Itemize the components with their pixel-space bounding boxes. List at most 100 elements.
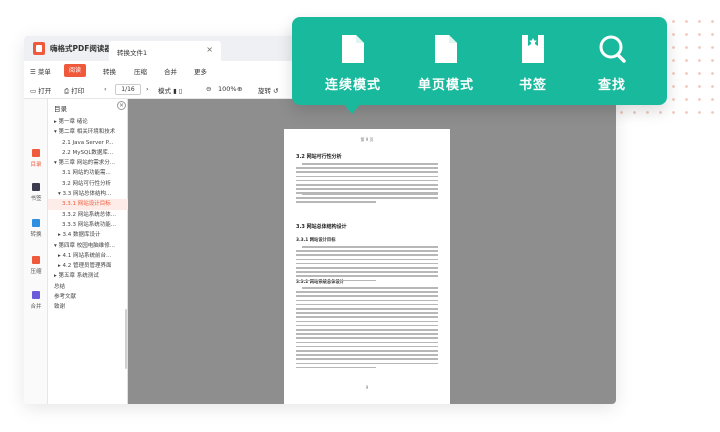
rail-item-bookmark[interactable]: 书签 (24, 183, 48, 202)
text-line (296, 295, 438, 297)
double-page-view-icon: ▯ (178, 87, 183, 95)
single-page-mode-button[interactable]: 单页模式 (401, 33, 491, 93)
text-line (302, 193, 438, 195)
app-title: 嗨格式PDF阅读器 (50, 44, 112, 53)
subsection-heading: 3.3.1 网站设计目标 (296, 238, 336, 243)
toc-item[interactable]: 致谢 (48, 302, 128, 312)
menu-tab-more[interactable]: 更多 (194, 66, 207, 76)
toc-item[interactable]: ▾ 第二章 相关环境和技术 (48, 127, 128, 137)
page-header: 第 9 页 (360, 137, 374, 142)
text-line (296, 316, 438, 318)
toc-item[interactable]: ▸ 3.4 数据库设计 (48, 230, 128, 240)
print-button[interactable]: ⎙ 打印 (64, 85, 84, 96)
text-line (296, 308, 438, 310)
continuous-mode-icon (308, 33, 398, 65)
mode-button[interactable]: 模式 ▮ ▯ (158, 85, 182, 95)
menu-tab-convert[interactable]: 转换 (103, 66, 116, 76)
rail-label-compress: 压缩 (30, 269, 42, 275)
rotate-button[interactable]: 旋转 ↺ (258, 85, 279, 95)
continuous-mode-label: 连续模式 (324, 78, 381, 93)
text-line (296, 299, 438, 302)
text-line (302, 163, 438, 165)
rail-item-compress[interactable]: 压缩 (24, 256, 48, 275)
toc-item[interactable]: ▸ 4.2 管理员管理界面 (48, 261, 128, 271)
search-button[interactable]: 查找 (567, 33, 657, 93)
menu-tab-compress[interactable]: 压缩 (134, 66, 147, 76)
close-sidebar-icon[interactable]: × (117, 101, 126, 110)
toc-item[interactable]: ▸ 第一章 绪论 (48, 117, 128, 127)
close-tab-icon[interactable]: × (206, 45, 213, 54)
next-page-button[interactable]: › (146, 85, 149, 93)
continuous-mode-button[interactable]: 连续模式 (308, 33, 398, 93)
menu-tab-read[interactable]: 阅读 (64, 64, 86, 77)
document-tab-label: 转换文件1 (117, 49, 148, 57)
toc-item[interactable]: ▾ 第四章 校园电脑维修... (48, 241, 128, 251)
toc-item[interactable]: 参考文献 (48, 292, 128, 302)
previous-page-button[interactable]: ‹ (104, 85, 107, 93)
single-page-icon (401, 33, 491, 65)
document-page: 第 9 页 3.2 网站可行性分析 3.3 网站总体结构设计 3.3.1 网站设… (284, 129, 450, 404)
text-line (296, 337, 438, 339)
toc-item[interactable]: 3.3.3 网站系统功能... (48, 220, 128, 230)
text-line (302, 287, 438, 289)
text-line (296, 258, 438, 261)
document-viewer[interactable]: 第 9 页 3.2 网站可行性分析 3.3 网站总体结构设计 3.3.1 网站设… (128, 99, 616, 404)
toc-item[interactable]: 3.3.1 网站设计目标 (48, 199, 128, 210)
zoom-level[interactable]: 100% (218, 85, 237, 93)
toc-item[interactable]: 2.2 MySQL数据库... (48, 148, 128, 158)
view-mode-popup: 连续模式 单页模式 书签 查找 (292, 17, 667, 105)
search-icon (567, 33, 657, 65)
rail-item-convert[interactable]: 转换 (24, 219, 48, 238)
page-number-input[interactable]: 1/16 (115, 84, 141, 95)
toc-item[interactable]: ▾ 3.3 网站总体结构... (48, 189, 128, 199)
rail-label-merge: 合并 (30, 304, 42, 310)
rail-label-bookmark: 书签 (30, 196, 42, 202)
text-line (296, 188, 438, 190)
bookmark-button[interactable]: 书签 (488, 33, 578, 93)
toc-item[interactable]: ▸ 第五章 系统测试 (48, 271, 128, 281)
text-line (296, 179, 438, 182)
toc-item[interactable]: 总结 (48, 282, 128, 292)
zoom-out-button[interactable]: ⊖ (206, 85, 211, 93)
rotate-label: 旋转 (258, 87, 271, 95)
single-page-view-icon: ▮ (173, 87, 177, 95)
text-line (302, 246, 438, 248)
page-footer: 9 (365, 385, 369, 390)
menu-tab-merge[interactable]: 合并 (164, 66, 177, 76)
sidebar-scrollbar[interactable] (125, 309, 127, 369)
rail-item-merge[interactable]: 合并 (24, 291, 48, 310)
text-line (296, 366, 376, 369)
rail-label-convert: 转换 (30, 232, 42, 238)
text-line (296, 184, 438, 186)
text-line (296, 271, 438, 273)
app-logo-icon (33, 42, 45, 55)
folder-icon: ▭ (30, 87, 37, 95)
text-line (296, 341, 438, 344)
toc-item[interactable]: 3.2 网站可行性分析 (48, 179, 128, 189)
main-menu-button[interactable]: ☰ 菜单 (30, 66, 51, 76)
rail-label-toc: 目录 (30, 162, 42, 168)
rotate-icon: ↺ (273, 87, 279, 95)
bookmark-label: 书签 (518, 78, 547, 93)
zoom-in-button[interactable]: ⊕ (237, 85, 242, 93)
toc-item[interactable]: 3.3.2 网站系统总体... (48, 210, 128, 220)
text-line (296, 329, 438, 331)
document-tab[interactable]: 转换文件1 × (109, 41, 221, 61)
text-line (296, 201, 376, 203)
toc-list: ▸ 第一章 绪论 ▾ 第二章 相关环境和技术 2.1 Java Server P..… (48, 117, 128, 313)
single-page-mode-label: 单页模式 (417, 78, 474, 93)
text-line (296, 250, 438, 252)
toc-item[interactable]: ▸ 4.1 网站系统前台... (48, 251, 128, 261)
text-line (296, 303, 438, 306)
left-rail: 目录 书签 转换 压缩 合并 (24, 99, 48, 404)
open-button[interactable]: ▭ 打开 (30, 85, 51, 95)
toc-item[interactable]: 3.1 网站的功能需... (48, 168, 128, 178)
toc-item[interactable]: 2.1 Java Server P... (48, 138, 128, 148)
compress-icon (32, 256, 40, 264)
toc-icon (32, 149, 40, 157)
rail-item-toc[interactable]: 目录 (24, 149, 48, 168)
text-line (296, 171, 438, 173)
page: 嗨格式PDF阅读器 转换文件1 × ☰ 菜单 阅读 转换 压缩 合并 更多 ▭ … (0, 0, 720, 432)
text-line (296, 279, 376, 282)
toc-item[interactable]: ▾ 第三章 网站的需求分... (48, 158, 128, 168)
